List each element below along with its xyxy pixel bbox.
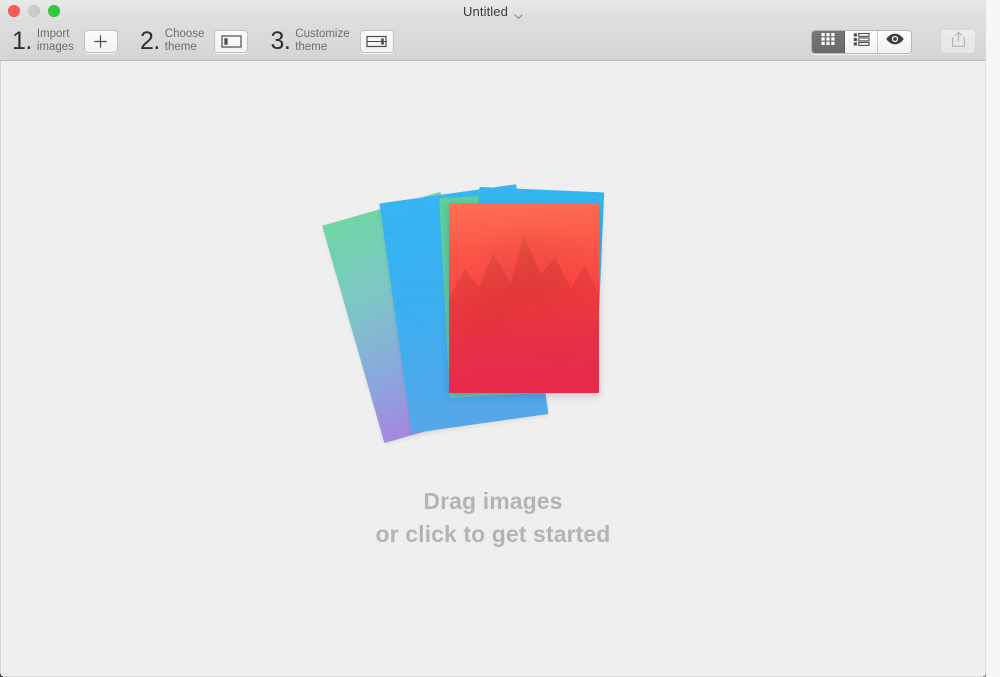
theme-customize-icon <box>366 34 387 49</box>
stacked-photo-cards-illustration <box>322 179 623 444</box>
step-2-label-line1: Choose <box>164 27 205 40</box>
app-window: Untitled 1. Import images 2. Choose them… <box>0 0 1000 677</box>
close-window-button[interactable] <box>8 5 20 17</box>
zoom-window-button[interactable] <box>48 5 60 17</box>
title-bar[interactable]: Untitled <box>0 0 986 22</box>
window-title: Untitled <box>463 3 508 19</box>
empty-state: Drag images or click to get started <box>1 179 985 550</box>
view-mode-segmented-control <box>811 29 912 54</box>
choose-theme-button[interactable] <box>214 29 249 53</box>
step-1-label-line1: Import <box>36 27 70 40</box>
step-3-number: 3. <box>270 26 291 55</box>
window-title-group: Untitled <box>0 0 986 22</box>
toolbar-right-controls <box>811 22 986 61</box>
drop-instructions: Drag images or click to get started <box>376 485 611 550</box>
step-1-label-line2: images <box>36 41 74 53</box>
share-export-icon <box>950 31 967 53</box>
step-1-number: 1. <box>12 26 32 55</box>
step-3-label: Customize theme <box>295 28 349 54</box>
illustration-card-red <box>449 203 599 393</box>
step-3-label-line1: Customize <box>295 27 350 40</box>
theme-layout-left-icon <box>221 34 242 49</box>
list-view-icon <box>853 32 870 52</box>
minimize-window-button[interactable] <box>28 5 40 17</box>
grid-view-icon <box>820 31 836 52</box>
eye-preview-icon <box>885 32 905 51</box>
share-button[interactable] <box>940 29 976 54</box>
customize-theme-button[interactable] <box>359 29 394 53</box>
window-outer-background <box>986 0 1000 677</box>
view-mode-preview-button[interactable] <box>878 30 911 53</box>
image-drop-area[interactable]: Drag images or click to get started <box>1 61 985 676</box>
window-edge-right <box>985 0 986 677</box>
step-customize-theme: 3. Customize theme <box>270 26 394 55</box>
step-import-images: 1. Import images <box>12 28 118 54</box>
workflow-steps: 1. Import images 2. Choose theme 3. Cust… <box>0 28 394 54</box>
step-1-label: Import images <box>37 28 74 54</box>
main-toolbar: 1. Import images 2. Choose theme 3. Cust… <box>0 22 986 61</box>
step-3-label-line2: theme <box>295 41 328 53</box>
step-2-label: Choose theme <box>165 28 205 54</box>
step-2-number: 2. <box>139 26 160 55</box>
plus-icon <box>93 34 108 49</box>
illustration-card-photo <box>449 235 599 393</box>
import-images-button[interactable] <box>83 29 118 53</box>
view-mode-grid-button[interactable] <box>812 30 845 53</box>
chevron-down-icon[interactable] <box>514 8 523 19</box>
step-choose-theme: 2. Choose theme <box>140 28 249 54</box>
drop-headline: Drag images <box>423 488 563 514</box>
drop-subline: or click to get started <box>375 520 611 547</box>
view-mode-list-button[interactable] <box>845 30 878 53</box>
traffic-lights <box>8 5 60 17</box>
step-2-label-line2: theme <box>164 41 197 53</box>
